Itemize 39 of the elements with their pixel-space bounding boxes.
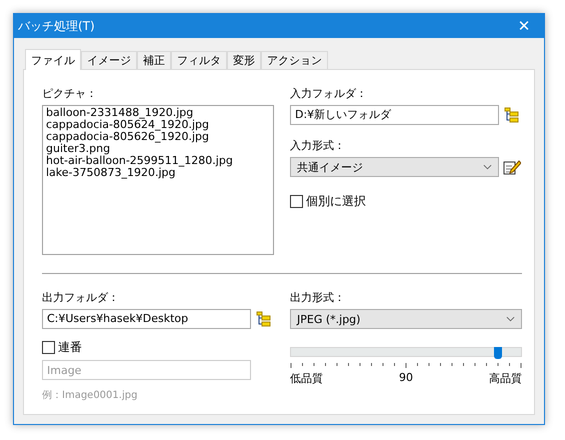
file-list[interactable]: balloon-2331488_1920.jpg cappadocia-805624_1920.jpg cappadocia-805626_1920.jpg guiter3.png hot-air-balloon-2599511_1280.jpg lake-3750873_1920.jpg xyxy=(42,105,274,255)
tab[interactable]: 変形 xyxy=(227,51,261,69)
output-field[interactable]: C:¥Users¥hasek¥Desktop xyxy=(42,309,251,329)
format-dropdown[interactable]: 共通イメージ xyxy=(290,157,499,177)
caret-icon[interactable] xyxy=(483,164,492,170)
field-label: 出力形式： xyxy=(290,291,346,305)
max-label: 高品質 xyxy=(489,371,522,386)
folder-tree-icon[interactable] xyxy=(255,311,273,327)
file-item[interactable]: lake-3750873_1920.jpg xyxy=(46,167,270,179)
checkbox-label: 個別に選択 xyxy=(306,193,366,210)
quality-slider[interactable] xyxy=(290,347,522,357)
format-dropdown[interactable]: JPEG (*.jpg) xyxy=(290,309,522,329)
file-item[interactable]: guiter3.png xyxy=(46,143,270,155)
window-title: バッチ処理(T) xyxy=(18,18,95,34)
tab[interactable]: ファイル xyxy=(25,49,81,70)
tab[interactable]: イメージ xyxy=(81,51,137,69)
folder-tree-icon[interactable] xyxy=(503,107,521,123)
checkbox-label: 連番 xyxy=(58,339,82,356)
field-label: 出力フォルダ： xyxy=(42,291,120,305)
example-text: 例：Image0001.jpg xyxy=(42,389,138,402)
field-label: 入力形式： xyxy=(290,139,346,153)
slider-thumb[interactable] xyxy=(494,347,502,359)
caret-icon[interactable] xyxy=(506,316,515,322)
min-label: 低品質 xyxy=(290,371,323,386)
tab[interactable]: アクション xyxy=(261,51,328,69)
field-label: 入力フォルダ： xyxy=(290,87,368,101)
tab[interactable]: フィルタ xyxy=(171,51,227,69)
edit-icon[interactable] xyxy=(503,159,521,175)
checkbox[interactable] xyxy=(290,195,303,208)
checkbox[interactable] xyxy=(42,341,55,354)
close-button[interactable]: ✕ xyxy=(504,14,544,38)
file-item[interactable]: cappadocia-805626_1920.jpg xyxy=(46,131,270,143)
quality-value: 90 xyxy=(399,371,413,386)
tab[interactable]: 補正 xyxy=(137,51,171,69)
file-item[interactable]: balloon-2331488_1920.jpg xyxy=(46,107,270,119)
file-item[interactable]: hot-air-balloon-2599511_1280.jpg xyxy=(46,155,270,167)
file-item[interactable]: cappadocia-805624_1920.jpg xyxy=(46,119,270,131)
input-field[interactable]: D:¥新しいフォルダ xyxy=(290,105,499,125)
field-label: ピクチャ： xyxy=(42,87,98,101)
